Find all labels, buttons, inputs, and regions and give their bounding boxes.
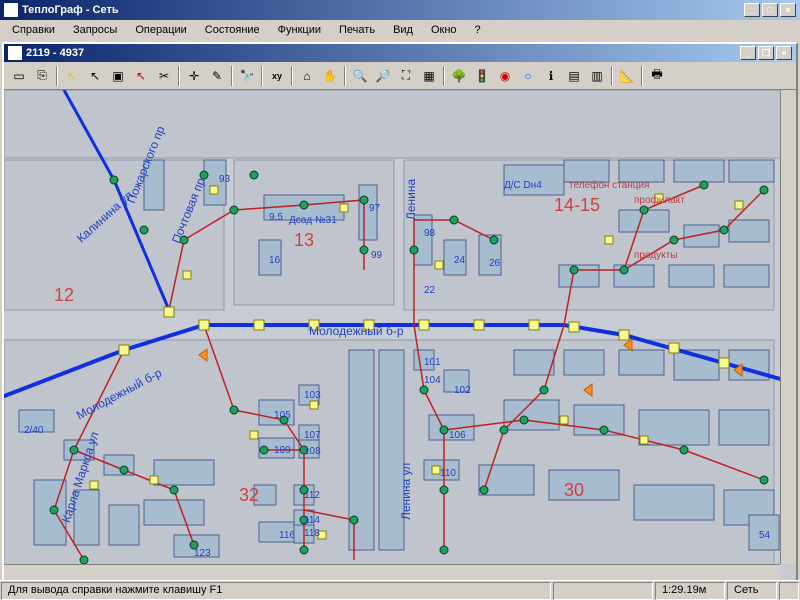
map-label: 22: [424, 285, 435, 296]
tool-info[interactable]: ℹ: [540, 65, 562, 87]
map-label: 93: [219, 174, 230, 185]
map-label: 109: [274, 445, 291, 456]
doc-close-button[interactable]: ×: [776, 46, 792, 60]
map-label: 99: [371, 250, 382, 261]
map-label: 12: [54, 285, 74, 306]
tool-copy[interactable]: ⎘: [31, 65, 53, 87]
tool-arrow-black[interactable]: ↖: [84, 65, 106, 87]
map-label: 16: [269, 255, 280, 266]
menu-spravki[interactable]: Справки: [4, 22, 63, 38]
toolbar: ▭ ⎘ ↖ ↖ ▣ ↖ ✂ ✛ ✎ 🔭 xy ⌂ ✋ 🔍 🔎 ⛶ ▦ 🌳 🚦 ◉…: [4, 62, 796, 90]
map-label: 114: [304, 515, 320, 526]
status-coord: 1:29.19м: [655, 582, 725, 600]
map-label: 32: [239, 485, 259, 506]
map-label: профилакт: [634, 195, 685, 206]
map-label: 103: [304, 390, 321, 401]
map-label: 26: [489, 258, 500, 269]
maximize-button[interactable]: □: [762, 3, 778, 17]
map-label: 106: [449, 430, 466, 441]
app-titlebar: ТеплоГраф - Сеть _ □ ×: [0, 0, 800, 20]
doc-title: 2119 - 4937: [26, 47, 84, 59]
map-label: 107: [304, 430, 321, 441]
map-label: 123: [194, 548, 211, 559]
tool-new[interactable]: ▭: [8, 65, 30, 87]
map-label: 104: [424, 375, 441, 386]
tool-traffic[interactable]: 🚦: [471, 65, 493, 87]
map-label: 98: [424, 228, 435, 239]
map-label: 108: [304, 446, 321, 457]
tool-binoculars[interactable]: 🔭: [236, 65, 258, 87]
minimize-button[interactable]: _: [744, 3, 760, 17]
tool-select-rect[interactable]: ▣: [107, 65, 129, 87]
menubar: Справки Запросы Операции Состояние Функц…: [0, 20, 800, 40]
doc-icon: [8, 46, 22, 60]
menu-sostoyanie[interactable]: Состояние: [197, 22, 268, 38]
map-label: телефон станция: [569, 180, 649, 191]
tool-arrow-red[interactable]: ↖: [130, 65, 152, 87]
close-button[interactable]: ×: [780, 3, 796, 17]
tool-fit[interactable]: ⛶: [395, 65, 417, 87]
doc-minimize-button[interactable]: _: [740, 46, 756, 60]
map-label: Ленина ул: [399, 463, 413, 520]
tool-hand[interactable]: ✋: [319, 65, 341, 87]
doc-titlebar: 2119 - 4937 _ ❐ ×: [4, 44, 796, 62]
scrollbar-horizontal[interactable]: [4, 564, 780, 580]
map-label: 9,5: [269, 212, 283, 223]
map-label: 105: [274, 410, 291, 421]
map-label: 2/40: [24, 425, 43, 436]
map-label: Д/С Dн4: [504, 180, 542, 191]
menu-zaprosy[interactable]: Запросы: [65, 22, 125, 38]
map-label: 13: [294, 230, 314, 251]
menu-operacii[interactable]: Операции: [127, 22, 194, 38]
menu-vid[interactable]: Вид: [385, 22, 421, 38]
map-label: 54: [759, 530, 770, 541]
tool-arrow-yellow[interactable]: ↖: [61, 65, 83, 87]
menu-funkcii[interactable]: Функции: [270, 22, 329, 38]
tool-tree[interactable]: 🌳: [448, 65, 470, 87]
tool-crosshair[interactable]: ✛: [183, 65, 205, 87]
status-grip: [779, 582, 799, 600]
map-label: 97: [369, 203, 380, 214]
map-label: 118: [304, 528, 320, 539]
tool-layers2[interactable]: ▥: [586, 65, 608, 87]
map-label: Дсад №31: [289, 215, 337, 226]
map-label: продукты: [634, 250, 677, 261]
tool-layers[interactable]: ▤: [563, 65, 585, 87]
scrollbar-vertical[interactable]: [780, 90, 796, 564]
status-mode: Сеть: [727, 582, 777, 600]
tool-measure[interactable]: 📐: [616, 65, 638, 87]
app-title: ТеплоГраф - Сеть: [22, 4, 744, 16]
tool-xy[interactable]: xy: [266, 65, 288, 87]
tool-zoom-region[interactable]: ▦: [418, 65, 440, 87]
tool-zoom-out[interactable]: 🔎: [372, 65, 394, 87]
tool-cut[interactable]: ✂: [153, 65, 175, 87]
tool-target[interactable]: ◉: [494, 65, 516, 87]
map-label: 14-15: [554, 195, 600, 216]
app-icon: [4, 3, 18, 17]
tool-edit[interactable]: ✎: [206, 65, 228, 87]
map-label: 110: [440, 468, 456, 479]
map-label: 112: [304, 490, 320, 501]
status-empty1: [553, 582, 653, 600]
map-viewport[interactable]: 1213303214-15Молодежный б-рМолодежный б-…: [4, 90, 796, 580]
tool-zoom-in[interactable]: 🔍: [349, 65, 371, 87]
menu-okno[interactable]: Окно: [423, 22, 465, 38]
tool-circle[interactable]: ○: [517, 65, 539, 87]
statusbar: Для вывода справки нажмите клавишу F1 1:…: [0, 580, 800, 600]
map-label: 24: [454, 255, 465, 266]
tool-home[interactable]: ⌂: [296, 65, 318, 87]
doc-restore-button[interactable]: ❐: [758, 46, 774, 60]
map-label: Ленина: [404, 179, 418, 220]
map-label: 102: [454, 385, 471, 396]
menu-help[interactable]: ?: [467, 22, 489, 38]
status-help: Для вывода справки нажмите клавишу F1: [1, 582, 551, 600]
map-label: 101: [424, 357, 441, 368]
tool-print[interactable]: 🖶: [646, 65, 668, 87]
map-label: 116: [279, 530, 295, 541]
map-label: 30: [564, 480, 584, 501]
map-label: Молодежный б-р: [309, 324, 404, 338]
menu-pechat[interactable]: Печать: [331, 22, 383, 38]
document-window: 2119 - 4937 _ ❐ × ▭ ⎘ ↖ ↖ ▣ ↖ ✂ ✛ ✎ 🔭 xy…: [2, 42, 798, 598]
